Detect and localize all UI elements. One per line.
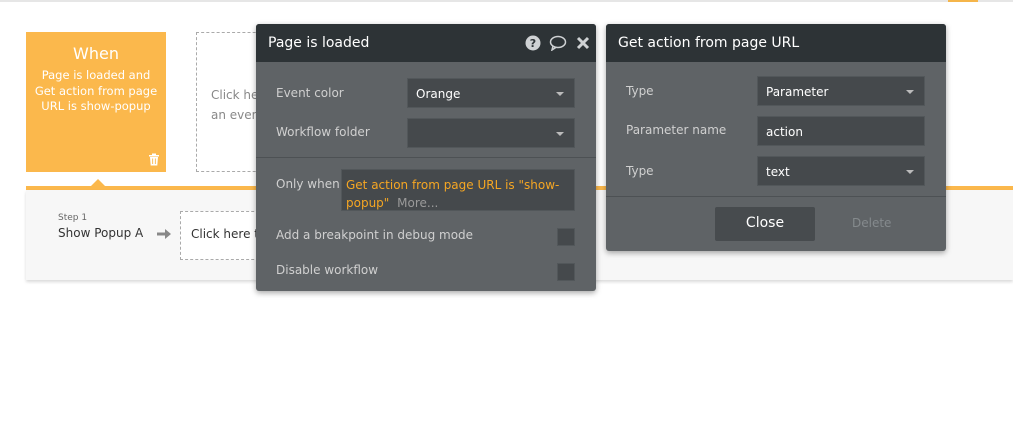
when-event-card[interactable]: When Page is loaded and Get action from … xyxy=(26,32,166,172)
workflow-folder-dropdown[interactable] xyxy=(407,118,575,148)
when-description: Page is loaded and Get action from page … xyxy=(34,68,158,113)
comment-icon[interactable] xyxy=(549,35,567,51)
event-color-label: Event color xyxy=(276,86,344,100)
parameter-name-label: Parameter name xyxy=(626,123,727,137)
event-panel-header: Page is loaded ? xyxy=(256,24,596,62)
trash-icon[interactable] xyxy=(148,153,160,166)
close-icon[interactable] xyxy=(576,35,590,51)
step-name[interactable]: Show Popup A xyxy=(58,226,143,240)
event-properties-panel: Page is loaded ? Event color Orange Work… xyxy=(256,24,596,291)
value-type-label: Type xyxy=(626,164,654,178)
chevron-down-icon xyxy=(556,132,564,136)
value-type-dropdown[interactable]: text xyxy=(757,156,925,186)
only-when-label: Only when xyxy=(276,177,340,191)
close-button[interactable]: Close xyxy=(715,207,815,241)
type-label: Type xyxy=(626,84,654,98)
top-strip xyxy=(0,0,1013,2)
help-icon[interactable]: ? xyxy=(525,35,541,51)
arrow-right-icon xyxy=(157,229,171,239)
step-number: Step 1 xyxy=(58,213,88,223)
url-panel-title: Get action from page URL xyxy=(618,35,800,51)
event-panel-title: Page is loaded xyxy=(268,35,370,51)
type-value: Parameter xyxy=(766,85,829,99)
chevron-down-icon xyxy=(556,92,564,96)
workflow-folder-label: Workflow folder xyxy=(276,125,370,139)
disable-workflow-label: Disable workflow xyxy=(276,263,379,277)
breakpoint-label: Add a breakpoint in debug mode xyxy=(276,228,474,242)
type-dropdown[interactable]: Parameter xyxy=(757,76,925,106)
parameter-name-input[interactable]: action xyxy=(757,116,925,146)
disable-workflow-checkbox[interactable] xyxy=(557,263,575,281)
event-color-value: Orange xyxy=(416,87,461,101)
svg-text:?: ? xyxy=(530,37,536,50)
breakpoint-checkbox[interactable] xyxy=(557,228,575,246)
delete-button[interactable]: Delete xyxy=(852,216,891,230)
value-type-value: text xyxy=(766,165,790,179)
parameter-name-value: action xyxy=(766,125,803,139)
url-panel-header: Get action from page URL xyxy=(606,24,946,62)
url-parameter-panel: Get action from page URL Type Parameter … xyxy=(606,24,946,251)
chevron-down-icon xyxy=(906,170,914,174)
only-when-condition-field[interactable]: Get action from page URL is "show-popup"… xyxy=(341,169,575,211)
close-button-label: Close xyxy=(745,215,785,231)
panel-divider xyxy=(256,157,596,158)
chevron-down-icon xyxy=(906,90,914,94)
top-accent-bar xyxy=(948,0,978,2)
when-title: When xyxy=(73,44,119,63)
selected-event-pointer xyxy=(91,179,105,186)
only-when-expression[interactable]: Get action from page URL is "show-popup" xyxy=(346,178,559,210)
event-color-dropdown[interactable]: Orange xyxy=(407,78,575,108)
more-link[interactable]: More... xyxy=(397,196,438,210)
panel-divider xyxy=(606,196,946,197)
